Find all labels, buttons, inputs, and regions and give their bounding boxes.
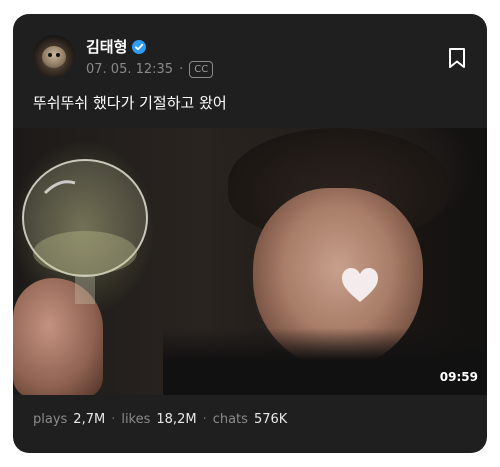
timestamp: 07. 05. 12:35	[86, 62, 174, 77]
meta-separator: ·	[179, 62, 184, 77]
bookmark-icon[interactable]	[448, 47, 466, 69]
avatar-face	[42, 46, 66, 68]
username-row[interactable]: 김태형	[86, 36, 147, 57]
post-stats: plays 2,7M · likes 18,2M · chats 576K	[33, 412, 287, 427]
thumbnail-jacket	[163, 328, 487, 395]
plays-value: 2,7M	[73, 412, 106, 427]
heart-sticker-icon	[342, 268, 378, 302]
avatar[interactable]	[33, 35, 75, 77]
stats-separator: ·	[202, 412, 207, 427]
avatar-eye-left	[48, 53, 52, 57]
post-meta: 07. 05. 12:35 · CC	[86, 61, 214, 78]
avatar-eye-right	[56, 53, 60, 57]
plays-label: plays	[33, 412, 68, 427]
video-thumbnail[interactable]: 09:59	[13, 128, 487, 395]
post-caption: 뚜쉬뚜쉬 했다가 기절하고 왔어	[33, 94, 227, 112]
stats-separator: ·	[111, 412, 116, 427]
username[interactable]: 김태형	[86, 36, 127, 57]
verified-badge-icon	[132, 39, 147, 54]
wine-glass-icon	[22, 159, 148, 304]
chats-label: chats	[212, 412, 248, 427]
post-card[interactable]: 김태형 07. 05. 12:35 · CC 뚜쉬뚜쉬 했다가 기절하고 왔어	[13, 14, 487, 453]
chats-value: 576K	[253, 412, 288, 427]
likes-label: likes	[121, 412, 151, 427]
likes-value: 18,2M	[156, 412, 197, 427]
video-duration: 09:59	[439, 370, 478, 384]
cc-badge: CC	[189, 61, 214, 78]
